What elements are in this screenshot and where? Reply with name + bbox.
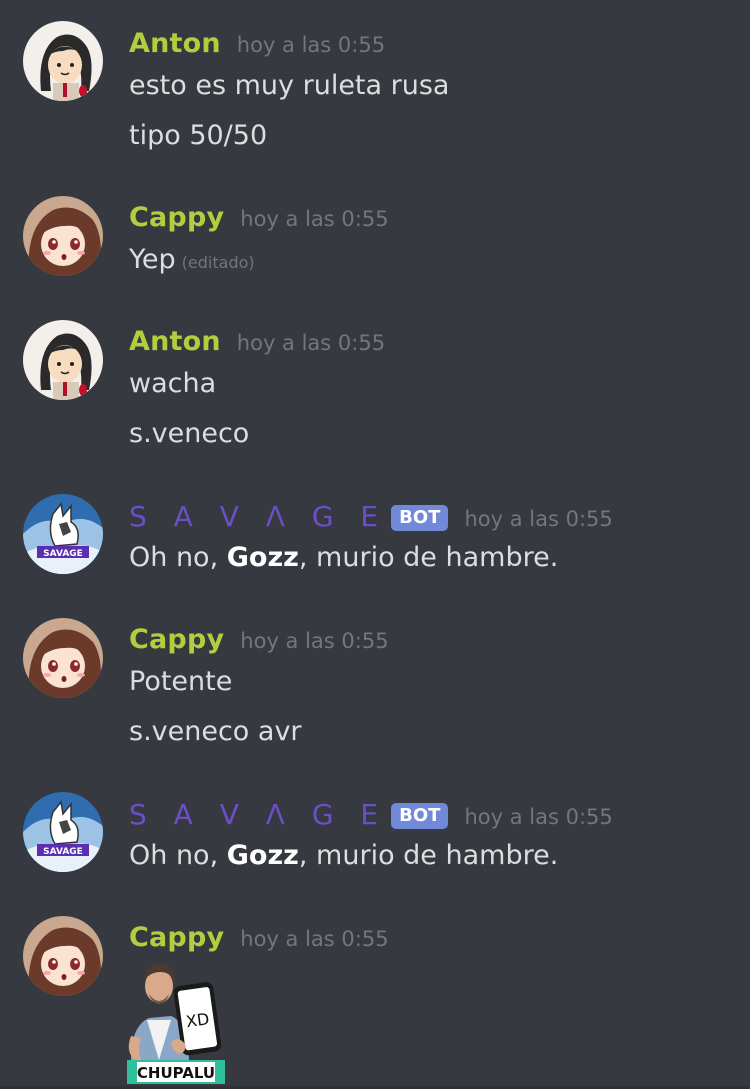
message-header: Anton hoy a las 0:55 xyxy=(129,28,385,59)
message-header: S A V Λ G E BOT hoy a las 0:55 xyxy=(129,798,613,832)
sticker-phone-text: XD xyxy=(185,1009,211,1031)
message-text: wacha xyxy=(129,368,217,399)
message-text: s.veneco xyxy=(129,418,250,449)
username[interactable]: Cappy xyxy=(129,922,224,953)
message-text: Yep xyxy=(129,244,176,275)
timestamp: hoy a las 0:55 xyxy=(464,805,613,829)
avatar-anton[interactable] xyxy=(23,320,103,400)
username[interactable]: Cappy xyxy=(129,202,224,233)
message-text: tipo 50/50 xyxy=(129,120,268,151)
mention-text: Gozz xyxy=(226,840,299,871)
message-text: Oh no, xyxy=(129,840,227,871)
message-text: , murio de hambre. xyxy=(298,542,559,573)
timestamp: hoy a las 0:55 xyxy=(236,331,386,355)
svg-text:SAVAGE: SAVAGE xyxy=(43,847,83,857)
avatar-anton[interactable] xyxy=(23,21,103,101)
bot-tag: BOT xyxy=(391,505,449,531)
message-text: Potente xyxy=(129,666,233,697)
message-text-row: Yep (editado) xyxy=(129,244,255,275)
chat-messages: Anton hoy a las 0:55 esto es muy ruleta … xyxy=(0,0,750,1089)
message-text: esto es muy ruleta rusa xyxy=(129,70,450,101)
message-text: s.veneco avr xyxy=(129,716,302,747)
username[interactable]: S A V Λ G E xyxy=(129,798,387,831)
message-header: Cappy hoy a las 0:55 xyxy=(129,202,389,233)
username[interactable]: Cappy xyxy=(129,624,224,655)
sticker-caption: CHUPALU xyxy=(137,1064,215,1082)
timestamp: hoy a las 0:55 xyxy=(240,927,389,951)
mention-text: Gozz xyxy=(226,542,299,573)
sticker[interactable]: XD CHUPALU xyxy=(127,956,225,1084)
message-text-row: Oh no, Gozz, murio de hambre. xyxy=(129,840,558,871)
avatar-savage[interactable]: SAVAGE xyxy=(23,494,103,574)
message-text-row: Oh no, Gozz, murio de hambre. xyxy=(129,542,558,573)
message-header: S A V Λ G E BOT hoy a las 0:55 xyxy=(129,500,613,534)
message-header: Anton hoy a las 0:55 xyxy=(129,326,385,357)
username[interactable]: S A V Λ G E xyxy=(129,500,387,533)
avatar-savage[interactable]: SAVAGE xyxy=(23,792,103,872)
message-header: Cappy hoy a las 0:55 xyxy=(129,624,389,655)
timestamp: hoy a las 0:55 xyxy=(240,629,389,653)
bot-tag: BOT xyxy=(391,803,449,829)
message-text: , murio de hambre. xyxy=(298,840,559,871)
avatar-cappy[interactable] xyxy=(23,196,103,276)
timestamp: hoy a las 0:55 xyxy=(236,33,386,57)
message-text: Oh no, xyxy=(129,542,227,573)
message-header: Cappy hoy a las 0:55 xyxy=(129,922,389,953)
avatar-cappy[interactable] xyxy=(23,618,103,698)
edited-label: (editado) xyxy=(181,253,255,272)
avatar-cappy[interactable] xyxy=(23,916,103,996)
username[interactable]: Anton xyxy=(129,326,221,357)
timestamp: hoy a las 0:55 xyxy=(240,207,389,231)
username[interactable]: Anton xyxy=(129,28,221,59)
svg-text:SAVAGE: SAVAGE xyxy=(43,549,83,559)
timestamp: hoy a las 0:55 xyxy=(464,507,613,531)
